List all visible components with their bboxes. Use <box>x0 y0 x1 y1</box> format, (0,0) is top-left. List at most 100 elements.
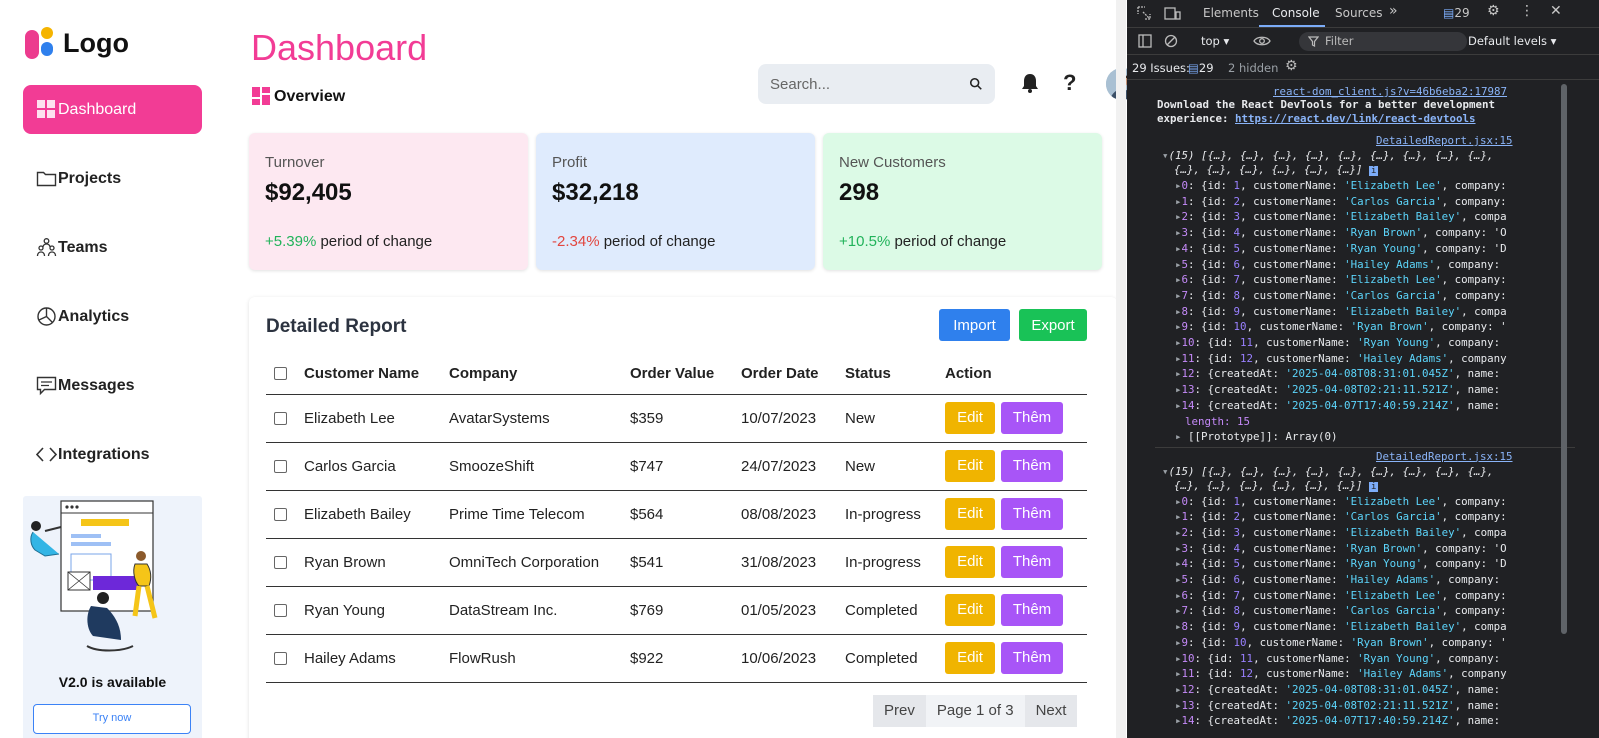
log-source-link[interactable]: DetailedReport.jsx:15 <box>1376 134 1513 147</box>
array-entry[interactable]: ▸11: {id: 12, customerName: 'Hailey Adam… <box>1175 667 1507 680</box>
console-source[interactable]: DetailedReport.jsx:15 <box>1376 134 1513 147</box>
edit-button[interactable]: Edit <box>945 546 995 578</box>
row-checkbox[interactable] <box>274 604 287 618</box>
array-entry[interactable]: ▸0: {id: 1, customerName: 'Elizabeth Lee… <box>1175 495 1507 508</box>
array-summary[interactable]: ▾(15) [{…}, {…}, {…}, {…}, {…}, {…}, {…}… <box>1162 465 1494 478</box>
them-button[interactable]: Thêm <box>1001 450 1063 482</box>
array-entry[interactable]: ▸12: {createdAt: '2025-04-08T08:31:01.04… <box>1175 683 1500 696</box>
device-toolbar-icon[interactable] <box>1164 6 1181 21</box>
sidebar-item-analytics[interactable]: Analytics <box>23 292 202 341</box>
them-button[interactable]: Thêm <box>1001 546 1063 578</box>
devtools-link[interactable]: https://react.dev/link/react-devtools <box>1235 112 1476 125</box>
array-entry[interactable]: ▸9: {id: 10, customerName: 'Ryan Brown',… <box>1175 636 1507 649</box>
close-icon[interactable]: ✕ <box>1550 3 1562 19</box>
sidebar-item-messages[interactable]: Messages <box>23 361 202 410</box>
array-entry[interactable]: ▸7: {id: 8, customerName: 'Carlos Garcia… <box>1175 289 1507 302</box>
filter-input[interactable]: Filter <box>1299 32 1467 51</box>
tab-console[interactable]: Console <box>1272 6 1320 20</box>
log-source-link[interactable]: DetailedReport.jsx:15 <box>1376 450 1513 463</box>
search-icon[interactable] <box>969 76 983 92</box>
col-header[interactable]: Status <box>845 353 945 395</box>
issues-settings-icon[interactable]: ⚙ <box>1285 58 1298 74</box>
row-checkbox[interactable] <box>274 460 287 474</box>
context-select[interactable]: top ▾ <box>1201 34 1229 48</box>
more-options-icon[interactable]: ⋮ <box>1520 3 1534 19</box>
array-entry[interactable]: ▸4: {id: 5, customerName: 'Ryan Young', … <box>1175 557 1507 570</box>
next-page-button[interactable]: Next <box>1024 695 1078 727</box>
issues-badge[interactable]: ▤29 <box>1443 6 1470 20</box>
issues-link[interactable]: ▤29 <box>1188 61 1214 75</box>
try-now-button[interactable]: Try now <box>33 704 191 734</box>
console-message-source[interactable]: react-dom_client.js?v=46b6eba2:17987 <box>1273 85 1507 98</box>
array-entry[interactable]: ▸6: {id: 7, customerName: 'Elizabeth Lee… <box>1175 273 1507 286</box>
edit-button[interactable]: Edit <box>945 594 995 626</box>
array-entry[interactable]: ▸11: {id: 12, customerName: 'Hailey Adam… <box>1175 352 1507 365</box>
array-entry[interactable]: ▸7: {id: 8, customerName: 'Carlos Garcia… <box>1175 604 1507 617</box>
col-header[interactable]: Customer Name <box>304 353 449 395</box>
console-source[interactable]: DetailedReport.jsx:15 <box>1376 450 1513 463</box>
array-entry[interactable]: ▸2: {id: 3, customerName: 'Elizabeth Bai… <box>1175 210 1507 223</box>
col-header[interactable]: Company <box>449 353 630 395</box>
sidebar-item-projects[interactable]: Projects <box>23 154 202 203</box>
search-input[interactable] <box>770 75 969 93</box>
edit-button[interactable]: Edit <box>945 498 995 530</box>
them-button[interactable]: Thêm <box>1001 402 1063 434</box>
them-button[interactable]: Thêm <box>1001 594 1063 626</box>
array-entry[interactable]: ▸2: {id: 3, customerName: 'Elizabeth Bai… <box>1175 526 1507 539</box>
bell-icon[interactable] <box>1019 72 1041 94</box>
them-button[interactable]: Thêm <box>1001 642 1063 674</box>
array-entry[interactable]: ▸14: {createdAt: '2025-04-07T17:40:59.21… <box>1175 399 1500 412</box>
select-all-checkbox[interactable] <box>274 367 287 381</box>
array-entry[interactable]: ▸0: {id: 1, customerName: 'Elizabeth Lee… <box>1175 179 1507 192</box>
col-header[interactable]: Order Value <box>630 353 741 395</box>
prev-page-button[interactable]: Prev <box>873 695 926 727</box>
array-entry[interactable]: ▸6: {id: 7, customerName: 'Elizabeth Lee… <box>1175 589 1507 602</box>
sidebar-item-teams[interactable]: Teams <box>23 223 202 272</box>
clear-console-icon[interactable] <box>1164 34 1178 48</box>
levels-select[interactable]: Default levels ▾ <box>1468 34 1556 48</box>
row-checkbox[interactable] <box>274 556 287 570</box>
array-entry[interactable]: ▸4: {id: 5, customerName: 'Ryan Young', … <box>1175 242 1507 255</box>
tab-sources[interactable]: Sources <box>1335 6 1382 20</box>
row-checkbox[interactable] <box>274 412 287 426</box>
more-tabs-icon[interactable]: » <box>1389 3 1398 19</box>
tab-elements[interactable]: Elements <box>1203 6 1259 20</box>
sidebar-toggle-icon[interactable] <box>1138 34 1152 48</box>
array-prototype[interactable]: ▸ [[Prototype]]: Array(0) <box>1175 430 1338 443</box>
row-checkbox[interactable] <box>274 508 287 522</box>
array-entry[interactable]: ▸13: {createdAt: '2025-04-08T02:21:11.52… <box>1175 699 1500 712</box>
array-entry[interactable]: ▸1: {id: 2, customerName: 'Carlos Garcia… <box>1175 195 1507 208</box>
array-entry[interactable]: ▸3: {id: 4, customerName: 'Ryan Brown', … <box>1175 226 1507 239</box>
array-entry[interactable]: ▸8: {id: 9, customerName: 'Elizabeth Bai… <box>1175 305 1507 318</box>
array-entry[interactable]: ▸10: {id: 11, customerName: 'Ryan Young'… <box>1175 652 1500 665</box>
array-entry[interactable]: ▸1: {id: 2, customerName: 'Carlos Garcia… <box>1175 510 1507 523</box>
eye-icon[interactable] <box>1253 34 1271 48</box>
sidebar-item-dashboard[interactable]: Dashboard <box>23 85 202 134</box>
array-summary[interactable]: ▾(15) [{…}, {…}, {…}, {…}, {…}, {…}, {…}… <box>1162 149 1494 162</box>
edit-button[interactable]: Edit <box>945 450 995 482</box>
import-button[interactable]: Import <box>939 309 1010 341</box>
array-entry[interactable]: ▸14: {createdAt: '2025-04-07T17:40:59.21… <box>1175 714 1500 727</box>
them-button[interactable]: Thêm <box>1001 498 1063 530</box>
page-scrollbar[interactable] <box>1116 0 1126 738</box>
array-entry[interactable]: ▸9: {id: 10, customerName: 'Ryan Brown',… <box>1175 320 1507 333</box>
search-box[interactable] <box>758 64 995 104</box>
row-checkbox[interactable] <box>274 652 287 666</box>
array-entry[interactable]: ▸13: {createdAt: '2025-04-08T02:21:11.52… <box>1175 383 1500 396</box>
array-entry[interactable]: ▸12: {createdAt: '2025-04-08T08:31:01.04… <box>1175 367 1500 380</box>
array-entry[interactable]: ▸10: {id: 11, customerName: 'Ryan Young'… <box>1175 336 1500 349</box>
logo[interactable]: Logo <box>25 27 129 59</box>
export-button[interactable]: Export <box>1019 309 1087 341</box>
array-entry[interactable]: ▸3: {id: 4, customerName: 'Ryan Brown', … <box>1175 542 1507 555</box>
settings-icon[interactable]: ⚙ <box>1487 3 1500 19</box>
devtools-scrollbar[interactable] <box>1561 84 1567 634</box>
inspect-icon[interactable] <box>1137 6 1152 21</box>
help-icon[interactable]: ? <box>1063 70 1076 96</box>
log-source-link[interactable]: react-dom_client.js?v=46b6eba2:17987 <box>1273 85 1507 98</box>
edit-button[interactable]: Edit <box>945 402 995 434</box>
col-header[interactable]: Order Date <box>741 353 845 395</box>
edit-button[interactable]: Edit <box>945 642 995 674</box>
sidebar-item-integrations[interactable]: Integrations <box>23 430 202 479</box>
array-entry[interactable]: ▸8: {id: 9, customerName: 'Elizabeth Bai… <box>1175 620 1507 633</box>
array-entry[interactable]: ▸5: {id: 6, customerName: 'Hailey Adams'… <box>1175 573 1500 586</box>
